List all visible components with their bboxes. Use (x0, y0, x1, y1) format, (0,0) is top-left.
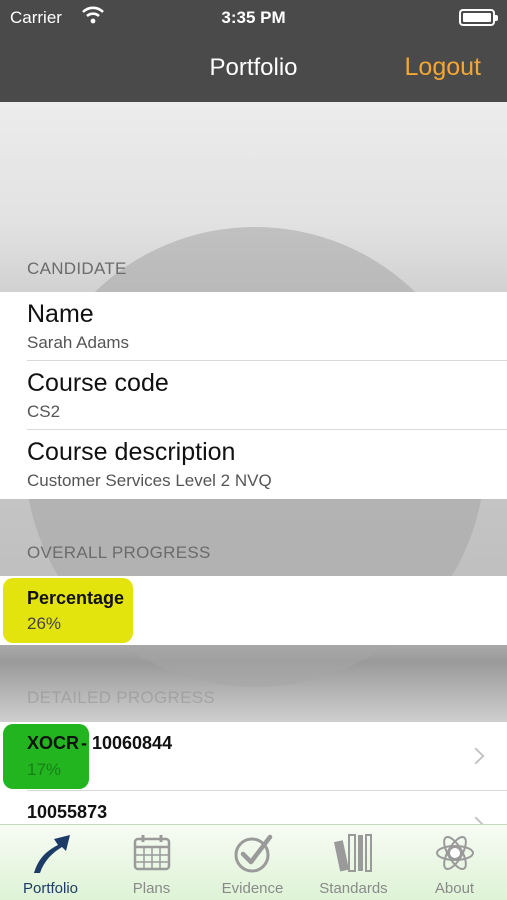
tab-portfolio[interactable]: Portfolio (0, 825, 101, 900)
unit-badge: XOCR (27, 733, 80, 753)
course-description-row: Course description Customer Services Lev… (0, 430, 507, 499)
clock: 3:35 PM (221, 8, 286, 27)
tab-bar: Portfolio Plans Evidence Standards About (0, 824, 507, 900)
unit-title: 10055873 (27, 802, 108, 822)
tab-about[interactable]: About (404, 825, 505, 900)
portfolio-arrow-icon (34, 835, 70, 873)
unit-percent: 17% (27, 760, 62, 779)
tab-plans[interactable]: Plans (101, 825, 202, 900)
tab-label: Standards (319, 880, 388, 897)
books-icon (333, 834, 372, 872)
atom-icon (436, 836, 474, 870)
overall-progress-row: Percentage 26% (0, 576, 507, 645)
percentage-value: 26% (27, 614, 62, 633)
tab-label: Plans (132, 880, 171, 897)
tab-label: Portfolio (22, 880, 79, 897)
course-description-value: Customer Services Level 2 NVQ (27, 471, 272, 490)
list-item-xocr[interactable]: XOCR - 10060844 17% (0, 722, 507, 791)
chevron-right-icon (467, 816, 485, 824)
section-header-detailed-progress: DETAILED PROGRESS (27, 688, 216, 707)
tab-label: Evidence (221, 880, 284, 897)
navigation-bar: Portfolio Logout (0, 36, 507, 102)
candidate-card: Name Sarah Adams Course code CS2 Course … (0, 292, 507, 499)
list-item-10055873[interactable]: 10055873 (0, 791, 507, 824)
section-header-overall-progress: OVERALL PROGRESS (27, 543, 211, 562)
logout-button[interactable]: Logout (405, 53, 481, 82)
checkmark-icon (234, 834, 273, 873)
course-code-row: Course code CS2 (0, 361, 507, 430)
detailed-progress-list: XOCR - 10060844 17% 10055873 (0, 722, 507, 824)
name-value: Sarah Adams (27, 333, 130, 352)
name-row: Name Sarah Adams (0, 292, 507, 361)
battery-icon (459, 9, 498, 26)
status-bar: Carrier 3:35 PM (0, 0, 507, 36)
name-title: Name (27, 300, 94, 328)
unit-title: - 10060844 (81, 733, 173, 753)
calendar-icon (133, 835, 171, 871)
tab-label: About (434, 880, 475, 897)
chevron-right-icon (467, 747, 485, 765)
course-code-title: Course code (27, 369, 169, 397)
tab-evidence[interactable]: Evidence (202, 825, 303, 900)
section-header-candidate: CANDIDATE (27, 259, 127, 278)
course-description-title: Course description (27, 438, 236, 466)
tab-standards[interactable]: Standards (303, 825, 404, 900)
percentage-label: Percentage (27, 588, 125, 608)
course-code-value: CS2 (27, 402, 61, 421)
